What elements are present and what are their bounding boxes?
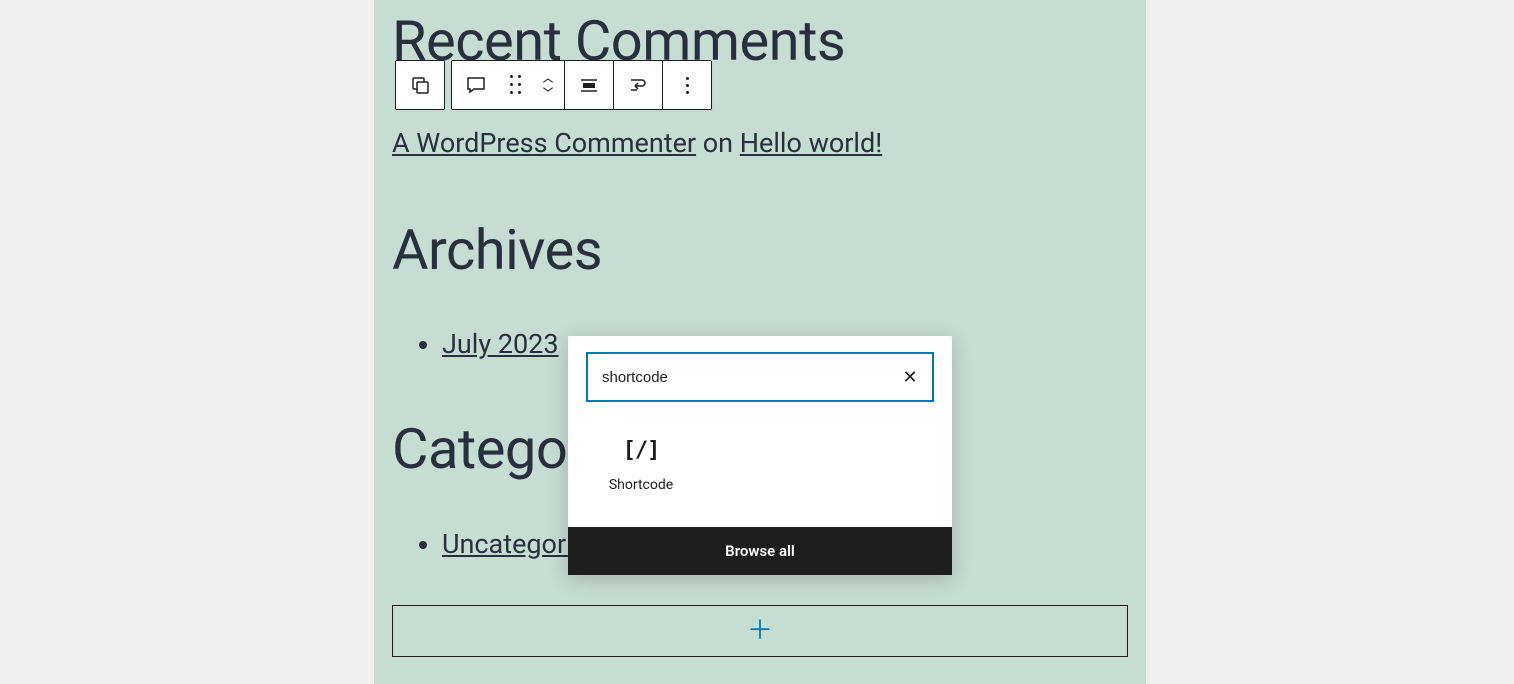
block-search-input[interactable] (602, 369, 894, 386)
block-type-button[interactable] (452, 61, 500, 109)
editor-canvas: Recent Comments A WordPress Commenter on… (0, 0, 1514, 684)
drag-handle[interactable] (500, 61, 532, 109)
comment-author-link[interactable]: A WordPress Commenter (392, 127, 696, 159)
comment-icon (464, 73, 488, 97)
more-vertical-icon (686, 77, 689, 94)
clear-search-button[interactable]: ✕ (898, 365, 922, 389)
toolbar-group-main (451, 60, 712, 110)
move-buttons[interactable] (532, 61, 564, 109)
close-icon: ✕ (902, 367, 917, 388)
inserter-search-area: ✕ (568, 336, 952, 418)
toolbar-extra-button[interactable] (614, 61, 662, 109)
chevron-updown-icon (534, 77, 562, 93)
recent-comment-entry: A WordPress Commenter on Hello world! (392, 127, 1128, 159)
parent-block-icon (408, 73, 432, 97)
options-button[interactable] (663, 61, 711, 109)
select-parent-button[interactable] (396, 61, 444, 109)
drag-icon (510, 75, 522, 95)
inserter-results: [/] Shortcode (568, 418, 952, 527)
wrap-icon (626, 73, 650, 97)
search-input-wrapper: ✕ (586, 352, 934, 402)
comment-connector: on (696, 127, 740, 159)
block-inserter-popover: ✕ [/] Shortcode Browse all (568, 336, 952, 575)
shortcode-icon: [/] (623, 438, 660, 463)
block-toolbar (395, 60, 712, 110)
block-option-shortcode[interactable]: [/] Shortcode (586, 428, 696, 503)
align-icon (577, 73, 601, 97)
plus-icon: ＋ (747, 618, 773, 644)
align-button[interactable] (565, 61, 613, 109)
block-option-label: Shortcode (609, 477, 673, 493)
comment-post-link[interactable]: Hello world! (740, 127, 882, 159)
archive-link[interactable]: July 2023 (442, 328, 559, 360)
toolbar-group-parent (395, 60, 445, 110)
heading-archives[interactable]: Archives (392, 217, 1128, 284)
browse-all-button[interactable]: Browse all (568, 527, 952, 575)
add-block-button[interactable]: ＋ (392, 605, 1128, 657)
